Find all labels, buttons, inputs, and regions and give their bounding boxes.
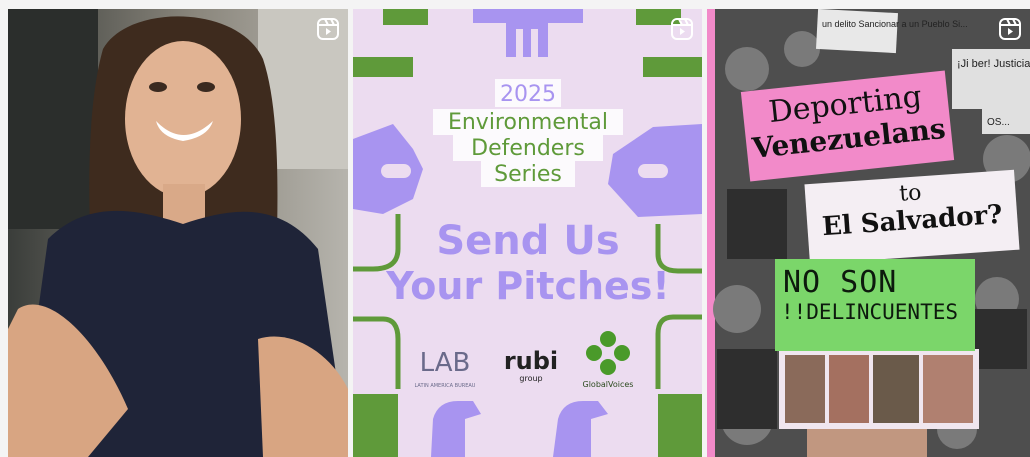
reel-icon — [317, 18, 339, 40]
reel-icon — [999, 18, 1021, 40]
bg-sign-3: OS... — [987, 117, 1010, 128]
poster-series-line2: Defenders — [471, 136, 585, 161]
sign-line2: !!DELINCUENTES — [781, 300, 959, 324]
reel-tile-deporting[interactable]: un delito Sancionar a un Pueblo Si... ¡J… — [707, 9, 1030, 457]
portrait-photo — [8, 9, 348, 457]
rubi-logo: rubi — [504, 347, 558, 375]
poster-year: 2025 — [500, 82, 556, 107]
poster-series-line3: Series — [494, 162, 562, 187]
poster-headline-line1: Send Us — [436, 218, 619, 264]
pitches-poster: 2025 Environmental Defenders Series Send… — [353, 9, 702, 457]
protest-sign: NO SON !!DELINCUENTES — [775, 259, 975, 351]
globalvoices-logo: GlobalVoices — [583, 380, 634, 389]
sign-line1: NO SON — [783, 265, 898, 300]
reels-grid: 2025 Environmental Defenders Series Send… — [8, 9, 1030, 457]
bg-sign-2: ¡Ji ber! Justicia — [957, 58, 1030, 70]
reel-tile-portrait[interactable] — [8, 9, 348, 457]
rubi-logo-subtitle: group — [519, 374, 542, 383]
lab-logo: LAB — [420, 348, 471, 378]
poster-series-line1: Environmental — [448, 110, 608, 135]
lab-logo-subtitle: LATIN AMERICA BUREAU — [415, 383, 476, 389]
reel-tile-pitches[interactable]: 2025 Environmental Defenders Series Send… — [353, 9, 702, 457]
reel-icon — [671, 18, 693, 40]
poster-headline-line2: Your Pitches! — [385, 264, 670, 308]
bg-sign-1: un delito Sancionar a un Pueblo Si... — [822, 19, 968, 29]
subtitle-banner: to El Salvador? — [804, 169, 1020, 265]
